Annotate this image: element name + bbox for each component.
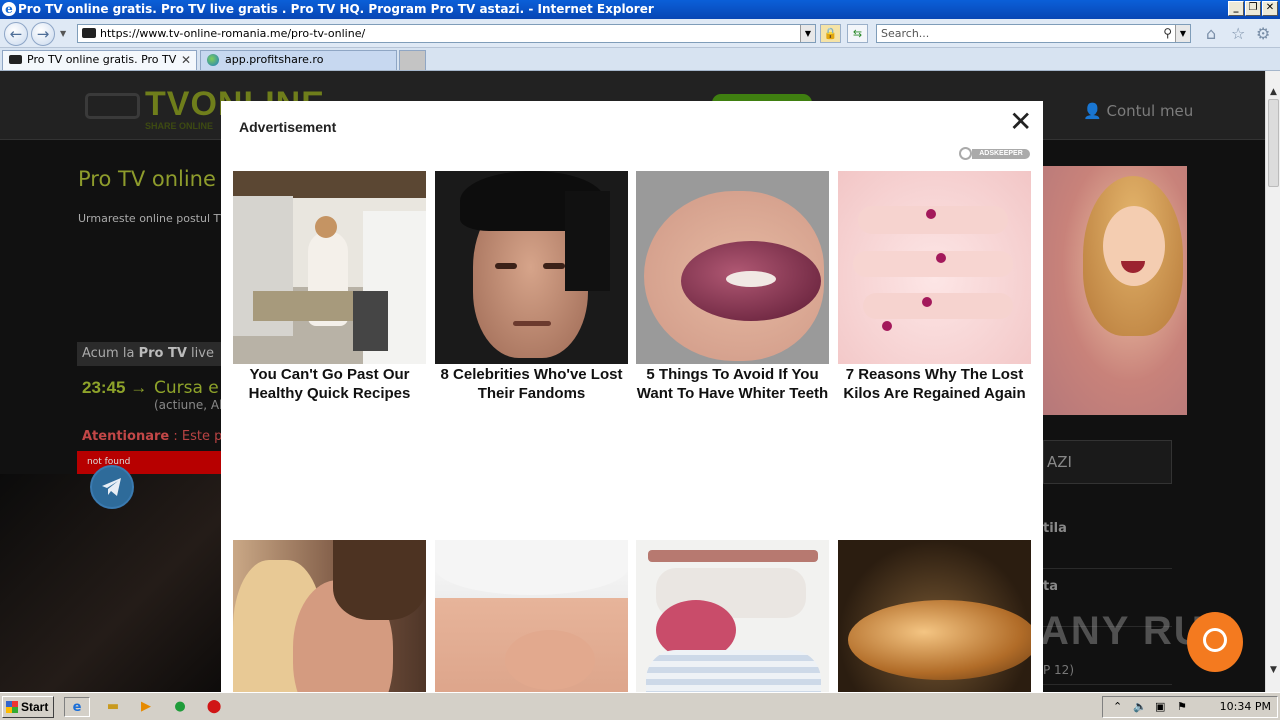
restore-button[interactable]: ❐ <box>1245 1 1261 16</box>
ad-image-honey <box>838 540 1031 692</box>
window-title-bar: e Pro TV online gratis. Pro TV live grat… <box>0 0 1280 19</box>
window-title: Pro TV online gratis. Pro TV live gratis… <box>18 2 654 16</box>
site-favicon-icon <box>82 28 96 38</box>
favorites-star-icon[interactable]: ☆ <box>1231 25 1245 43</box>
ad-image-lips <box>636 171 829 364</box>
ad-image-bed <box>636 540 829 692</box>
ad-caption: 8 Celebrities Who've Lost Their Fandoms <box>440 366 623 402</box>
address-url: https://www.tv-online-romania.me/pro-tv-… <box>100 27 366 40</box>
system-tray: ⌃ 🔈 ▣ ⚑ 10:34 PM <box>1102 696 1278 718</box>
telegram-button[interactable] <box>90 465 134 509</box>
address-dropdown-icon[interactable]: ▼ <box>800 25 815 42</box>
chat-icon <box>1203 628 1227 652</box>
taskbar-internet-explorer-icon[interactable]: e <box>64 697 90 717</box>
scroll-up-icon[interactable]: ▲ <box>1266 85 1280 100</box>
ad-image-belly <box>838 171 1031 364</box>
ad-modal: Advertisement ✕ ADSKEEPER You Can't Go P… <box>221 101 1043 692</box>
close-window-button[interactable]: ✕ <box>1262 1 1278 16</box>
ad-image-kitchen <box>233 171 426 364</box>
tab-label: app.profitshare.ro <box>225 53 324 66</box>
address-toolbar: ← → ▼ https://www.tv-online-romania.me/p… <box>0 19 1280 48</box>
windows-logo-icon <box>6 701 18 713</box>
start-label: Start <box>21 700 49 714</box>
scroll-down-icon[interactable]: ▼ <box>1266 663 1280 678</box>
ad-image-couple <box>233 540 426 692</box>
taskbar: Start e ▬ ▶ ● ⬤ ⌃ 🔈 ▣ ⚑ 10:34 PM <box>0 692 1280 720</box>
taskbar-folder-icon[interactable]: ▬ <box>102 697 124 717</box>
start-button[interactable]: Start <box>2 696 54 718</box>
modal-close-button[interactable]: ✕ <box>1009 107 1032 137</box>
account-label: Contul meu <box>1106 102 1194 120</box>
scroll-thumb[interactable] <box>1268 99 1279 187</box>
taskbar-clock[interactable]: 10:34 PM <box>1220 697 1271 717</box>
taskbar-chrome-icon[interactable]: ● <box>169 697 191 717</box>
taskbar-opera-icon[interactable]: ⬤ <box>203 697 225 717</box>
ad-image-celebrity <box>435 171 628 364</box>
ad-image-waist <box>435 540 628 692</box>
search-dropdown-icon[interactable]: ▼ <box>1175 25 1190 42</box>
tab-pro-tv[interactable]: Pro TV online gratis. Pro TV li... ✕ <box>2 50 197 84</box>
tray-network-icon[interactable]: ▣ <box>1155 697 1165 717</box>
adskeeper-badge[interactable]: ADSKEEPER <box>959 146 1031 161</box>
minimize-button[interactable]: _ <box>1228 1 1244 16</box>
settings-gear-icon[interactable]: ⚙ <box>1256 25 1270 43</box>
adskeeper-label: ADSKEEPER <box>972 149 1030 159</box>
tray-volume-icon[interactable]: 🔈 <box>1133 697 1147 717</box>
new-tab-button[interactable] <box>399 50 426 70</box>
schedule-item[interactable]: tila <box>1043 511 1172 569</box>
modal-title: Advertisement <box>239 119 337 135</box>
attention-notice: Atentionare : Este po <box>82 429 230 444</box>
now-suffix: live <box>186 346 214 361</box>
back-button[interactable]: ← <box>4 22 28 46</box>
address-bar[interactable]: https://www.tv-online-romania.me/pro-tv-… <box>77 24 816 43</box>
ad-caption: 5 Things To Avoid If You Want To Have Wh… <box>636 366 829 402</box>
ad-face <box>1103 206 1165 286</box>
attention-label: Atentionare <box>82 429 170 444</box>
recent-pages-dropdown-icon[interactable]: ▼ <box>60 29 66 38</box>
now-prefix: Acum la <box>82 346 139 361</box>
page-title: Pro TV online <box>78 167 216 191</box>
site-logo-sub: SHARE ONLINE <box>145 121 214 131</box>
schedule-header: AZI <box>1043 440 1172 484</box>
show-time: 23:45 → <box>82 378 148 397</box>
page-description: Urmareste online postul TV <box>78 212 228 225</box>
page-scrollbar[interactable]: ▲ ▼ <box>1265 71 1280 692</box>
home-icon[interactable]: ⌂ <box>1206 25 1216 43</box>
tab-bar: Pro TV online gratis. Pro TV li... ✕ app… <box>0 48 1280 84</box>
chat-bubble-button[interactable] <box>1187 612 1243 672</box>
user-icon: 👤 <box>1083 102 1102 120</box>
tab-profitshare[interactable]: app.profitshare.ro <box>200 50 397 70</box>
forward-button[interactable]: → <box>31 22 55 46</box>
search-input[interactable]: Search... ⚲ ▼ <box>876 24 1191 43</box>
search-placeholder: Search... <box>881 27 930 40</box>
now-playing-header: Acum la Pro TV live <box>77 342 223 366</box>
search-icon[interactable]: ⚲ <box>1163 25 1172 42</box>
tray-flag-icon[interactable]: ⚑ <box>1177 697 1187 717</box>
taskbar-media-player-icon[interactable]: ▶ <box>135 697 157 717</box>
ad-caption: 7 Reasons Why The Lost Kilos Are Regaine… <box>843 366 1026 402</box>
tab-favicon-icon <box>9 55 22 64</box>
show-genre: (actiune, Al <box>154 398 223 412</box>
right-side-ad[interactable] <box>1043 166 1187 415</box>
camera-logo-icon <box>85 93 140 119</box>
telegram-icon <box>102 478 121 496</box>
schedule-item[interactable]: P 12) <box>1043 655 1172 685</box>
web-page: TVONLINE SHARE ONLINE 👤 Contul meu Pro T… <box>0 71 1265 692</box>
adskeeper-logo-icon <box>959 147 972 160</box>
show-name: Cursa e <box>154 378 219 398</box>
now-channel: Pro TV <box>138 346 187 361</box>
refresh-icon[interactable]: ⇆ <box>847 24 868 43</box>
internet-explorer-icon: e <box>2 2 16 16</box>
tray-expand-icon[interactable]: ⌃ <box>1113 697 1122 717</box>
tab-close-icon[interactable]: ✕ <box>181 51 191 69</box>
ad-caption: You Can't Go Past Our Healthy Quick Reci… <box>248 366 411 402</box>
account-link[interactable]: 👤 Contul meu <box>1083 102 1193 120</box>
lock-icon[interactable]: 🔒 <box>820 24 841 43</box>
globe-icon <box>207 54 219 66</box>
